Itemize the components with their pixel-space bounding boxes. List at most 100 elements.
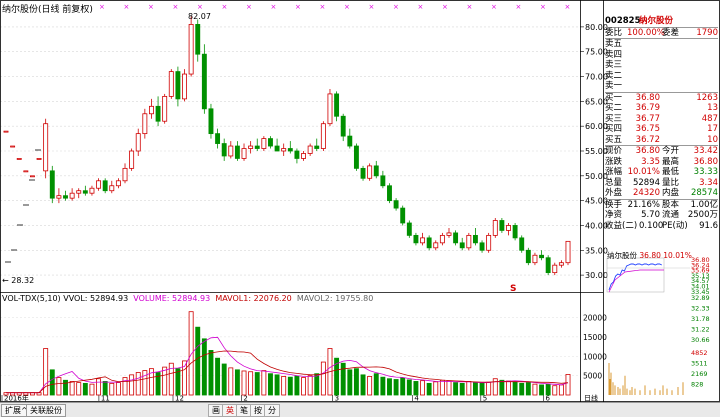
mini-volume-price-tick: 31.78	[691, 315, 710, 323]
order-row[interactable]: 买二 36.79 13	[605, 103, 718, 114]
stat-value: 33.33	[693, 167, 718, 177]
stat-value: 24320	[632, 188, 660, 198]
order-row[interactable]: 买五 36.72 10	[605, 135, 718, 146]
candle-body	[162, 95, 168, 122]
volume-bar	[261, 370, 267, 396]
order-row[interactable]: 卖一	[605, 81, 718, 92]
high-price-label: 82.07	[188, 12, 211, 21]
event-marker: ×	[320, 3, 326, 11]
volume-bar	[479, 382, 485, 396]
order-row[interactable]: 卖二	[605, 71, 718, 82]
related-stocks-tab[interactable]: 关联股份	[26, 404, 66, 417]
volume-bar	[347, 369, 353, 396]
order-row[interactable]: 卖三	[605, 60, 718, 71]
order-volume: 487	[701, 113, 718, 124]
volume-bar	[373, 373, 379, 396]
price-chart[interactable]: 80.0075.0070.0065.0060.0055.0050.0045.00…	[0, 3, 608, 280]
mini-stock-name: 纳尔股份	[607, 251, 637, 260]
stock-code: 002825	[605, 16, 641, 26]
candle-body	[122, 167, 128, 182]
candle-body	[426, 237, 432, 249]
event-marker: ×	[295, 3, 301, 11]
volume-bar	[195, 326, 201, 396]
volume-bar	[228, 367, 234, 396]
volume-bar	[234, 369, 240, 396]
candle-body	[10, 145, 16, 148]
candle-body	[512, 225, 518, 239]
order-label: 卖一	[605, 81, 623, 91]
volume-bar	[135, 372, 141, 396]
stat-label: 换手	[605, 199, 623, 210]
event-marker: ×	[565, 3, 571, 11]
stat-label: 内盘	[662, 188, 680, 198]
candle-body	[188, 24, 194, 75]
candle-body	[16, 158, 22, 160]
candle-body	[109, 185, 115, 192]
candle-body	[301, 153, 306, 159]
order-row[interactable]: 卖四	[605, 50, 718, 61]
candle-body	[49, 170, 55, 199]
candle-body	[135, 133, 141, 152]
volume-bar	[545, 383, 551, 396]
stat-value: 91.6	[699, 220, 718, 231]
volume-bar	[281, 375, 287, 396]
candle-body	[268, 138, 273, 147]
stat-value: 10.01%	[627, 167, 660, 177]
volume-bar	[49, 369, 55, 396]
volume-bar	[188, 311, 194, 396]
volume-bar	[393, 379, 399, 396]
candle-body	[195, 24, 201, 55]
event-marker: ×	[271, 3, 277, 11]
stat-value: 52894	[632, 177, 660, 188]
mini-sub-tick: 2169	[691, 370, 708, 378]
mini-volume-price-tick: 32.33	[691, 305, 710, 313]
stat-label: 股本	[662, 199, 680, 210]
candle-body	[558, 262, 564, 266]
volume-bar	[453, 382, 459, 396]
candle-body	[387, 185, 392, 202]
event-marker: ×	[124, 3, 130, 11]
candle-body	[76, 190, 82, 194]
volume-bar	[162, 366, 168, 396]
order-label: 卖二	[605, 70, 623, 81]
candle-body	[340, 115, 346, 137]
volume-bar	[360, 374, 366, 396]
stat-label: 最低	[662, 167, 680, 177]
order-row[interactable]: 买三 36.77 487	[605, 114, 718, 125]
volume-bar	[506, 380, 511, 396]
intraday-mini-chart[interactable]: 36.8036.2435.6935.1334.5734.0133.4532.89…	[606, 256, 710, 395]
candle-body	[486, 234, 492, 251]
price-tick-label: 30.00	[585, 271, 608, 280]
order-row[interactable]: 卖五	[605, 39, 718, 50]
volume-bar	[314, 373, 320, 396]
candle-body	[492, 220, 498, 236]
volume-bar	[387, 378, 392, 396]
candle-body	[459, 242, 465, 249]
candle-body	[168, 71, 174, 97]
candle-body	[115, 180, 121, 187]
quote-panel: 002825 纳尔股份 委比 100.00% 委差 1790 卖五 卖四 卖三 …	[605, 16, 718, 232]
volume-bar	[115, 382, 121, 396]
split-icon[interactable]: 分	[264, 404, 280, 417]
volume-bar	[539, 384, 545, 396]
volume-chart[interactable]: 2016年 11 12 2 3 4 5 6 日线2000015000100005000	[0, 311, 607, 403]
candle-body	[129, 150, 135, 169]
chart-title: 纳尔股份(日线 前复权)	[2, 2, 93, 15]
volume-bar	[69, 381, 75, 396]
candle-body	[525, 249, 531, 264]
candle-body	[142, 113, 148, 135]
candle-body	[506, 225, 511, 231]
order-volume: 10	[707, 134, 718, 145]
order-price: 36.77	[635, 113, 660, 124]
candle-body	[56, 195, 62, 199]
order-row[interactable]: 买四 36.75 17	[605, 124, 718, 135]
candle-body	[89, 187, 95, 194]
order-label: 卖五	[605, 39, 623, 49]
volume-bar	[525, 382, 531, 396]
candle-body	[433, 242, 439, 249]
stat-row: 涨跌 3.35 最高 36.80	[605, 157, 718, 168]
stat-row: 涨幅 10.01% 最低 33.33	[605, 167, 718, 178]
order-row[interactable]: 买一 36.80 1263	[605, 93, 718, 104]
volume-bar	[129, 374, 135, 396]
candle-body	[221, 143, 227, 157]
